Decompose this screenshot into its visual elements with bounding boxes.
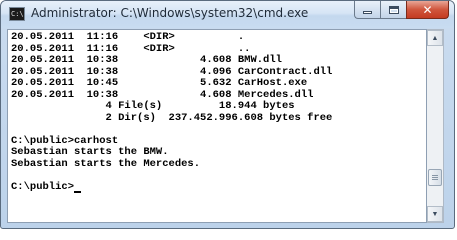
console-line: Sebastian starts the BMW.: [11, 146, 169, 158]
console-text: 20.05.2011 11:16 <DIR> . 20.05.2011 11:16…: [11, 31, 333, 193]
scrollbar-thumb[interactable]: [428, 169, 442, 186]
grip-icon: [432, 175, 438, 181]
console-line: Sebastian starts the Mercedes.: [11, 157, 201, 170]
console-line: 2 Dir(s) 237.452.996.608 bytes free: [11, 111, 333, 124]
console-line: 4 File(s) 18.944 bytes: [11, 100, 295, 112]
arrow-down-icon: ▼: [431, 210, 439, 218]
window-title: Administrator: C:\Windows\system32\cmd.e…: [31, 6, 309, 20]
scroll-up-button[interactable]: ▲: [427, 30, 443, 46]
vertical-scrollbar[interactable]: ▲ ▼: [427, 29, 444, 223]
minimize-button[interactable]: [354, 1, 380, 19]
text-cursor: [74, 182, 82, 193]
close-icon: ✕: [422, 2, 433, 17]
cmd-window: C:\ Administrator: C:\Windows\system32\c…: [0, 0, 455, 229]
close-button[interactable]: ✕: [406, 1, 449, 19]
console-line: 20.05.2011 11:16 <DIR> .: [11, 31, 245, 43]
title-bar[interactable]: C:\ Administrator: C:\Windows\system32\c…: [1, 1, 454, 28]
console-line: 20.05.2011 10:45 5.632 CarHost.exe: [11, 77, 308, 89]
console-line: 20.05.2011 10:38 4.608 BMW.dll: [11, 54, 282, 66]
maximize-icon: [388, 5, 399, 14]
console-output[interactable]: 20.05.2011 11:16 <DIR> . 20.05.2011 11:16…: [7, 29, 427, 223]
maximize-button[interactable]: [380, 1, 406, 19]
minimize-icon: [363, 11, 372, 14]
scroll-down-button[interactable]: ▼: [427, 206, 443, 222]
arrow-up-icon: ▲: [431, 34, 439, 42]
console-line: C:\public>: [11, 181, 332, 193]
window-controls: ✕: [354, 1, 449, 21]
cmd-console-icon[interactable]: C:\: [9, 7, 25, 21]
